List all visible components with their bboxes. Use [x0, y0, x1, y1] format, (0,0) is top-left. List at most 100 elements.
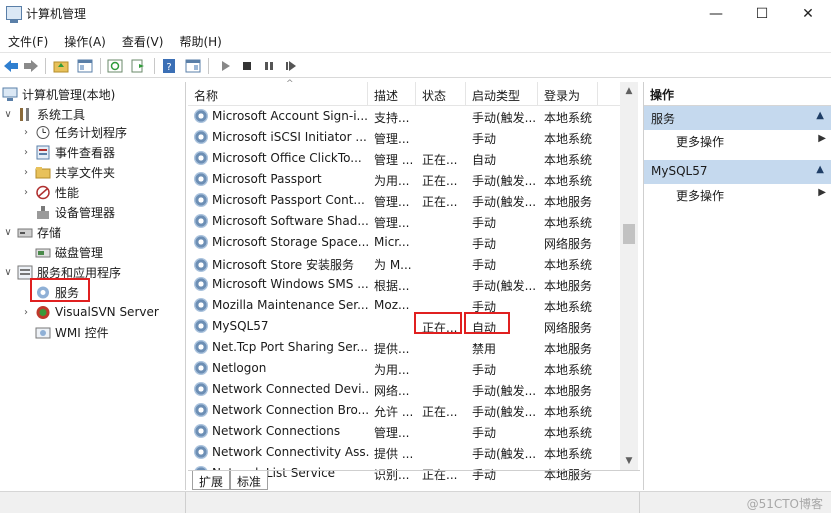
- column-name[interactable]: ^ 名称: [188, 79, 368, 106]
- stop-icon[interactable]: [238, 57, 256, 75]
- tree-disk-management[interactable]: 磁盘管理: [35, 242, 103, 262]
- column-logon[interactable]: 登录为: [538, 82, 598, 106]
- expand-icon[interactable]: ›: [20, 307, 32, 318]
- tree-storage[interactable]: ∨ 存储: [2, 222, 61, 242]
- table-row[interactable]: Microsoft iSCSI Initiator ... 管理... 手动 本地系统: [188, 127, 620, 148]
- vertical-scrollbar[interactable]: ▲ ▼: [620, 82, 638, 470]
- menu-file[interactable]: 文件(F): [0, 30, 56, 52]
- actions-section-mysql57[interactable]: MySQL57 ▲: [644, 160, 831, 184]
- column-desc[interactable]: 描述: [368, 82, 416, 106]
- more-actions-mysql57[interactable]: 更多操作 ▶: [676, 184, 831, 206]
- expand-icon[interactable]: ›: [20, 127, 32, 138]
- tree-visualsvn[interactable]: › VisualSVN Server: [20, 302, 159, 322]
- table-row[interactable]: Network Connectivity Ass... 提供 ... 手动(触发..…: [188, 442, 620, 463]
- service-name: Microsoft Office ClickTo...: [194, 151, 370, 165]
- restart-icon[interactable]: [282, 57, 300, 75]
- tree-performance[interactable]: › 性能: [20, 182, 79, 202]
- tree-root[interactable]: 计算机管理(本地): [2, 84, 115, 104]
- table-row[interactable]: Microsoft Account Sign-i... 支持... 手动(触发...…: [188, 106, 620, 127]
- service-desc: 为用...: [374, 174, 410, 188]
- table-row[interactable]: Microsoft Software Shad... 管理... 手动 本地系统: [188, 211, 620, 232]
- table-row[interactable]: Microsoft Windows SMS ... 根据... 手动(触发... 本地…: [188, 274, 620, 295]
- column-startup[interactable]: 启动类型: [466, 82, 538, 106]
- service-gear-icon: [194, 277, 208, 291]
- scroll-thumb[interactable]: [623, 224, 635, 244]
- forward-icon[interactable]: [22, 57, 40, 75]
- back-icon[interactable]: [2, 57, 20, 75]
- refresh-icon[interactable]: [106, 57, 124, 75]
- service-startup: 手动: [472, 426, 497, 440]
- service-name: MySQL57: [194, 319, 370, 333]
- table-row[interactable]: Net.Tcp Port Sharing Ser... 提供... 禁用 本地服务: [188, 337, 620, 358]
- table-row[interactable]: Network Connections 管理... 手动 本地系统: [188, 421, 620, 442]
- tree-wmi[interactable]: WMI 控件: [35, 322, 109, 342]
- tree-task-scheduler[interactable]: › 任务计划程序: [20, 122, 127, 142]
- collapse-icon[interactable]: ∨: [2, 267, 14, 278]
- tree-shared-folders[interactable]: › 共享文件夹: [20, 162, 115, 182]
- menu-view[interactable]: 查看(V): [114, 30, 172, 52]
- actions-section-services[interactable]: 服务 ▲: [644, 106, 831, 130]
- service-desc: 提供 ...: [374, 447, 414, 461]
- collapse-icon[interactable]: ∨: [2, 227, 14, 238]
- service-gear-icon: [194, 319, 208, 333]
- play-icon[interactable]: [216, 57, 234, 75]
- service-logon: 本地系统: [544, 132, 593, 146]
- tree-device-manager[interactable]: 设备管理器: [35, 202, 115, 222]
- service-gear-icon: [194, 193, 208, 207]
- expand-icon[interactable]: ›: [20, 187, 32, 198]
- tab-extended[interactable]: 扩展: [192, 471, 231, 490]
- service-startup: 手动: [472, 237, 497, 251]
- pause-icon[interactable]: [260, 57, 278, 75]
- service-gear-icon: [194, 403, 208, 417]
- submenu-arrow-icon: ▶: [818, 187, 826, 198]
- collapse-up-icon[interactable]: ▲: [816, 110, 824, 121]
- service-name: Network Connection Bro...: [194, 403, 370, 417]
- more-actions-services[interactable]: 更多操作 ▶: [676, 130, 831, 152]
- menu-action[interactable]: 操作(A): [56, 30, 114, 52]
- tree-system-tools[interactable]: ∨ 系统工具: [2, 104, 85, 124]
- expand-icon[interactable]: ›: [20, 167, 32, 178]
- service-logon: 本地系统: [544, 153, 593, 167]
- up-folder-icon[interactable]: [52, 57, 70, 75]
- close-button[interactable]: ✕: [785, 0, 831, 28]
- service-startup: 手动(触发...: [472, 174, 537, 188]
- tree-event-viewer[interactable]: › 事件查看器: [20, 142, 115, 162]
- table-row[interactable]: Microsoft Passport 为用... 正在... 手动(触发... 本地系统: [188, 169, 620, 190]
- service-status: 正在...: [422, 195, 458, 209]
- scroll-down-icon[interactable]: ▼: [620, 452, 638, 470]
- service-startup: 手动: [472, 258, 497, 272]
- table-row[interactable]: Netlogon 为用... 手动 本地系统: [188, 358, 620, 379]
- event-viewer-icon: [35, 145, 51, 160]
- table-row[interactable]: Microsoft Office ClickTo... 管理 ... 正在... 自动…: [188, 148, 620, 169]
- service-logon: 网络服务: [544, 321, 593, 335]
- service-desc: 为 M...: [374, 258, 412, 272]
- table-row[interactable]: MySQL57 正在... 自动 网络服务: [188, 316, 620, 337]
- service-gear-icon: [194, 130, 208, 144]
- service-startup: 手动: [472, 363, 497, 377]
- table-row[interactable]: Network Connected Devi... 网络... 手动(触发... 本地…: [188, 379, 620, 400]
- actions-pane: 操作 服务 ▲ 更多操作 ▶ MySQL57 ▲ 更多操作 ▶: [643, 82, 831, 490]
- show-tree-icon[interactable]: [76, 57, 94, 75]
- table-row[interactable]: Microsoft Store 安装服务为 M... 手动 本地系统: [188, 253, 620, 274]
- view-icon[interactable]: [184, 57, 202, 75]
- service-gear-icon: [194, 340, 208, 354]
- table-row[interactable]: Mozilla Maintenance Ser... Moz... 手动 本地系统: [188, 295, 620, 316]
- table-row[interactable]: Network Connection Bro... 允许 ... 正在... 手动(触…: [188, 400, 620, 421]
- device-manager-icon: [35, 205, 51, 220]
- column-status[interactable]: 状态: [416, 82, 466, 106]
- tab-standard[interactable]: 标准: [230, 471, 269, 490]
- menu-help[interactable]: 帮助(H): [171, 30, 229, 52]
- help-icon[interactable]: ?: [160, 57, 178, 75]
- export-icon[interactable]: [130, 57, 148, 75]
- table-row[interactable]: Microsoft Passport Cont... 管理... 正在... 手动(触…: [188, 190, 620, 211]
- title-bar: 计算机管理 — ☐ ✕: [0, 0, 831, 28]
- minimize-button[interactable]: —: [693, 0, 739, 28]
- collapse-icon[interactable]: ∨: [2, 109, 14, 120]
- collapse-up-icon[interactable]: ▲: [816, 164, 824, 175]
- scroll-up-icon[interactable]: ▲: [620, 82, 638, 100]
- table-row[interactable]: Microsoft Storage Space... Micr... 手动 网络服务: [188, 232, 620, 253]
- maximize-button[interactable]: ☐: [739, 0, 785, 28]
- service-gear-icon: [194, 214, 208, 228]
- service-gear-icon: [194, 151, 208, 165]
- expand-icon[interactable]: ›: [20, 147, 32, 158]
